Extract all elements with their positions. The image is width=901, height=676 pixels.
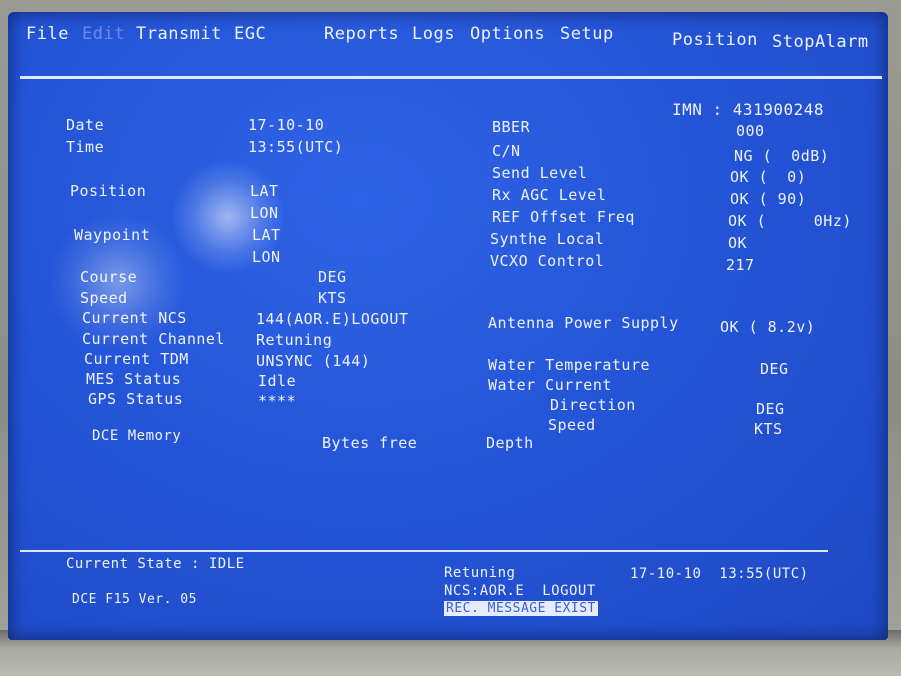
- antenna-power-value: OK ( 8.2v): [720, 318, 816, 336]
- position-lon: LON: [250, 204, 279, 222]
- vcxo-control-value: 217: [726, 256, 755, 274]
- menu-logs[interactable]: Logs: [412, 24, 455, 44]
- date-value: 17-10-10: [248, 116, 325, 134]
- course-unit: DEG: [318, 268, 347, 286]
- bytes-free: Bytes free: [322, 434, 418, 452]
- position-lat: LAT: [250, 182, 279, 200]
- direction-unit: DEG: [756, 400, 785, 418]
- menu-position[interactable]: Position: [672, 30, 758, 50]
- antenna-power-label: Antenna Power Supply: [488, 314, 679, 332]
- current-state: Current State : IDLE: [66, 556, 245, 572]
- time-label: Time: [66, 138, 105, 156]
- menu-stopalarm[interactable]: StopAlarm: [772, 32, 869, 52]
- date-label: Date: [66, 116, 105, 134]
- cn-label: C/N: [492, 142, 521, 160]
- menu-reports[interactable]: Reports: [324, 24, 399, 44]
- current-tdm-value: UNSYNC (144): [256, 352, 371, 370]
- direction-label: Direction: [550, 396, 636, 414]
- waypoint-lon: LON: [252, 248, 281, 266]
- position-label: Position: [70, 182, 147, 200]
- speed-label: Speed: [80, 289, 128, 307]
- speed-unit: KTS: [318, 289, 347, 307]
- water-temperature-label: Water Temperature: [488, 356, 651, 374]
- imn-number: IMN : 431900248: [672, 100, 824, 119]
- message-exist-indicator[interactable]: REC. MESSAGE EXIST: [444, 601, 598, 616]
- menu-divider: [20, 76, 882, 79]
- menu-setup[interactable]: Setup: [560, 24, 614, 44]
- ref-offset-value: OK ( 0Hz): [728, 212, 852, 230]
- waypoint-lat: LAT: [252, 226, 281, 244]
- current-channel-value: Retuning: [256, 331, 333, 349]
- menu-edit[interactable]: Edit: [82, 24, 125, 44]
- status-ncs: NCS:AOR.E LOGOUT: [444, 583, 596, 599]
- water-speed-label: Speed: [548, 416, 596, 434]
- gps-status-value: ****: [258, 392, 297, 410]
- current-ncs-label: Current NCS: [82, 309, 187, 327]
- waypoint-label: Waypoint: [74, 226, 151, 244]
- vcxo-control-label: VCXO Control: [490, 252, 605, 270]
- water-speed-unit: KTS: [754, 420, 783, 438]
- status-datetime: 17-10-10 13:55(UTC): [630, 566, 809, 582]
- cn-value: NG ( 0dB): [734, 147, 830, 165]
- synthe-local-value: OK: [728, 234, 748, 252]
- water-current-label: Water Current: [488, 376, 612, 394]
- rx-agc-label: Rx AGC Level: [492, 186, 607, 204]
- current-channel-label: Current Channel: [82, 330, 225, 348]
- send-level-value: OK ( 0): [730, 168, 807, 186]
- bber-label: BBER: [492, 118, 531, 136]
- dce-version: DCE F15 Ver. 05: [72, 592, 197, 607]
- rx-agc-value: OK ( 90): [730, 190, 807, 208]
- dce-memory-label: DCE Memory: [92, 428, 182, 444]
- status-divider: [20, 550, 828, 552]
- synthe-local-label: Synthe Local: [490, 230, 605, 248]
- bber-value: 000: [736, 122, 765, 140]
- terminal-screen: File Edit Transmit EGC Reports Logs Opti…: [8, 12, 888, 640]
- ref-offset-label: REF Offset Freq: [492, 208, 635, 226]
- current-tdm-label: Current TDM: [84, 350, 189, 368]
- water-temperature-unit: DEG: [760, 360, 789, 378]
- menu-transmit[interactable]: Transmit: [136, 24, 222, 44]
- time-value: 13:55(UTC): [248, 138, 344, 156]
- gps-status-label: GPS Status: [88, 390, 184, 408]
- menu-egc[interactable]: EGC: [234, 24, 266, 44]
- depth-label: Depth: [486, 434, 534, 452]
- current-ncs-value: 144(AOR.E)LOGOUT: [256, 310, 409, 328]
- menu-options[interactable]: Options: [470, 24, 545, 44]
- menu-file[interactable]: File: [26, 24, 69, 44]
- status-retuning: Retuning: [444, 565, 516, 581]
- mes-status-label: MES Status: [86, 370, 182, 388]
- course-label: Course: [80, 268, 138, 286]
- send-level-label: Send Level: [492, 164, 588, 182]
- mes-status-value: Idle: [258, 372, 297, 390]
